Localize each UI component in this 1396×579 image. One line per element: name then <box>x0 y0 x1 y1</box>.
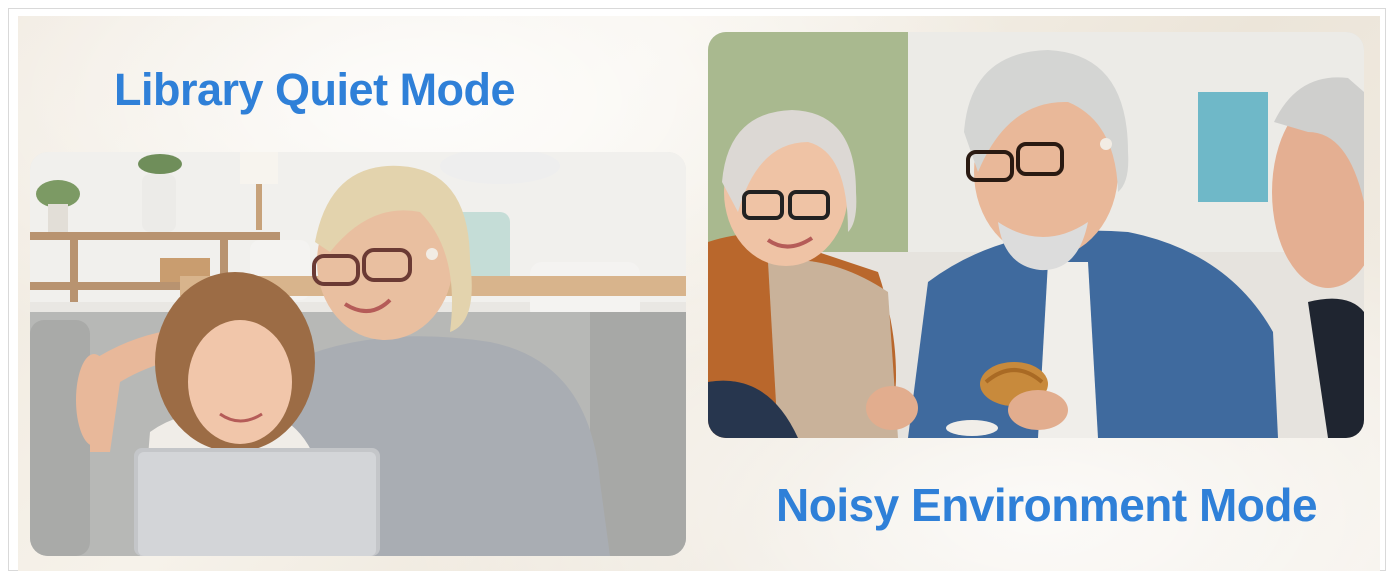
noisy-mode-photo <box>708 32 1364 438</box>
library-quiet-mode-title: Library Quiet Mode <box>114 64 516 115</box>
library-mode-photo <box>30 152 686 556</box>
noisy-environment-mode-title: Noisy Environment Mode <box>776 479 1318 531</box>
mode-comparison-panel: Library Quiet Mode Noisy Environment Mod… <box>18 16 1380 571</box>
